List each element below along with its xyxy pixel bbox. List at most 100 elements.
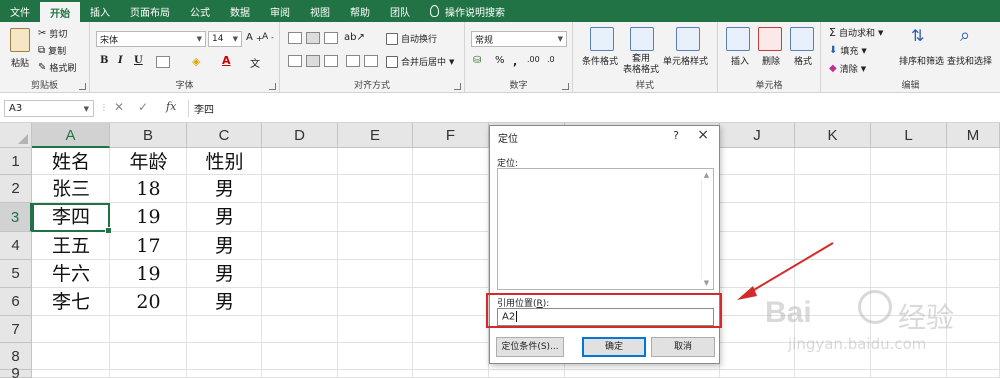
- phonetic-icon[interactable]: 文: [250, 55, 260, 70]
- column-header-M[interactable]: M: [947, 123, 1000, 148]
- cell-B5[interactable]: 19: [110, 261, 187, 289]
- comma-icon[interactable]: ,: [513, 55, 517, 68]
- find-select-button[interactable]: 查找和选择: [947, 54, 992, 67]
- cancel-button[interactable]: 取消: [651, 337, 715, 357]
- column-header-K[interactable]: K: [795, 123, 871, 148]
- cell-B6[interactable]: 20: [110, 289, 187, 317]
- align-top-icon[interactable]: [288, 32, 302, 44]
- scroll-down-icon[interactable]: ▼: [702, 279, 711, 287]
- align-center-icon[interactable]: [306, 55, 320, 67]
- font-color-icon[interactable]: A: [222, 54, 231, 67]
- decrease-decimal-icon[interactable]: .0: [547, 55, 555, 64]
- column-header-C[interactable]: C: [187, 123, 262, 148]
- align-left-icon[interactable]: [288, 55, 302, 67]
- column-header-L[interactable]: L: [871, 123, 947, 148]
- row-header-2[interactable]: 2: [0, 175, 32, 203]
- dialog-launcher-icon[interactable]: [79, 83, 86, 90]
- cell-B3[interactable]: 19: [110, 204, 187, 232]
- conditional-format-button[interactable]: 条件格式: [582, 54, 618, 67]
- bold-icon[interactable]: B: [100, 55, 108, 66]
- tab-review[interactable]: 审阅: [260, 0, 300, 22]
- align-bottom-icon[interactable]: [324, 32, 338, 44]
- align-right-icon[interactable]: [324, 55, 338, 67]
- copy-button[interactable]: ⧉ 复制: [38, 44, 66, 57]
- goto-list[interactable]: ▲ ▼: [497, 168, 714, 290]
- fill-color-icon[interactable]: ◈: [192, 55, 200, 68]
- underline-icon[interactable]: U: [134, 55, 143, 66]
- shrink-font-icon[interactable]: A-: [262, 32, 274, 42]
- close-icon[interactable]: ×: [697, 127, 709, 143]
- wrap-text-button[interactable]: 自动换行: [386, 32, 437, 45]
- cell-B1[interactable]: 年龄: [110, 149, 187, 177]
- insert-function-icon[interactable]: fx: [166, 100, 176, 113]
- help-icon[interactable]: ?: [673, 129, 679, 142]
- row-header-1[interactable]: 1: [0, 148, 32, 175]
- row-header-7[interactable]: 7: [0, 316, 32, 343]
- format-as-table-button[interactable]: 套用 表格格式: [623, 54, 659, 76]
- autosum-button[interactable]: Σ 自动求和 ▼: [829, 26, 883, 39]
- dialog-launcher-icon[interactable]: [562, 83, 569, 90]
- format-as-table-icon[interactable]: [630, 27, 654, 51]
- cell-styles-icon[interactable]: [676, 27, 700, 51]
- column-header-A[interactable]: A: [32, 123, 110, 148]
- cell-A4[interactable]: 王五: [32, 233, 110, 261]
- cell-A2[interactable]: 张三: [32, 176, 110, 204]
- dialog-launcher-icon[interactable]: [269, 83, 276, 90]
- insert-cells-button[interactable]: 插入: [731, 54, 749, 67]
- cell-A6[interactable]: 李七: [32, 289, 110, 317]
- percent-icon[interactable]: %: [495, 55, 505, 66]
- number-format-select[interactable]: 常规 ▼: [471, 31, 567, 47]
- cell-C4[interactable]: 男: [187, 233, 262, 261]
- cell-styles-button[interactable]: 单元格样式: [663, 54, 708, 67]
- cell-C6[interactable]: 男: [187, 289, 262, 317]
- cell-A1[interactable]: 姓名: [32, 149, 110, 177]
- tab-insert[interactable]: 插入: [80, 0, 120, 22]
- decrease-indent-icon[interactable]: [346, 55, 360, 67]
- align-middle-icon[interactable]: [306, 32, 320, 44]
- scrollbar[interactable]: [701, 179, 712, 279]
- column-header-B[interactable]: B: [110, 123, 187, 148]
- grow-font-icon[interactable]: A +: [246, 32, 263, 43]
- row-header-4[interactable]: 4: [0, 232, 32, 260]
- italic-icon[interactable]: I: [118, 55, 123, 66]
- tab-data[interactable]: 数据: [220, 0, 260, 22]
- tab-page-layout[interactable]: 页面布局: [120, 0, 180, 22]
- row-header-6[interactable]: 6: [0, 288, 32, 316]
- format-cells-button[interactable]: 格式: [794, 54, 812, 67]
- tab-formulas[interactable]: 公式: [180, 0, 220, 22]
- select-all-corner[interactable]: [0, 123, 32, 148]
- column-header-D[interactable]: D: [262, 123, 338, 148]
- sort-filter-icon[interactable]: ⇅: [911, 26, 924, 45]
- special-button[interactable]: 定位条件(S)...: [496, 337, 564, 357]
- orientation-icon[interactable]: ab↗: [344, 32, 365, 43]
- increase-decimal-icon[interactable]: .00: [527, 55, 540, 64]
- enter-icon[interactable]: ✓: [138, 100, 148, 114]
- merge-center-button[interactable]: 合并后居中 ▼: [386, 55, 454, 68]
- format-cells-icon[interactable]: [790, 27, 814, 51]
- column-header-F[interactable]: F: [413, 123, 489, 148]
- cell-C2[interactable]: 男: [187, 176, 262, 204]
- delete-cells-icon[interactable]: [758, 27, 782, 51]
- dialog-launcher-icon[interactable]: [454, 83, 461, 90]
- ok-button[interactable]: 确定: [582, 337, 646, 357]
- name-box[interactable]: A3 ▼: [4, 100, 94, 117]
- cell-A5[interactable]: 牛六: [32, 261, 110, 289]
- row-header-5[interactable]: 5: [0, 260, 32, 288]
- cell-C5[interactable]: 男: [187, 261, 262, 289]
- cancel-icon[interactable]: ✕: [114, 100, 124, 114]
- insert-cells-icon[interactable]: [726, 27, 750, 51]
- fill-button[interactable]: ⬇ 填充 ▼: [829, 44, 867, 57]
- accounting-icon[interactable]: ⛁: [473, 55, 481, 66]
- paste-button[interactable]: 粘贴: [11, 56, 29, 69]
- format-painter-button[interactable]: ✎ 格式刷: [38, 61, 76, 74]
- paste-icon[interactable]: [10, 28, 30, 52]
- row-header-3[interactable]: 3: [0, 203, 32, 232]
- column-header-E[interactable]: E: [338, 123, 413, 148]
- tab-home[interactable]: 开始: [40, 2, 80, 22]
- cell-B4[interactable]: 17: [110, 233, 187, 261]
- row-header-9[interactable]: 9: [0, 366, 32, 378]
- column-header-J[interactable]: J: [720, 123, 795, 148]
- cell-C3[interactable]: 男: [187, 204, 262, 232]
- font-name-select[interactable]: 宋体 ▼: [96, 31, 206, 47]
- clear-button[interactable]: ◆ 清除 ▼: [829, 62, 866, 75]
